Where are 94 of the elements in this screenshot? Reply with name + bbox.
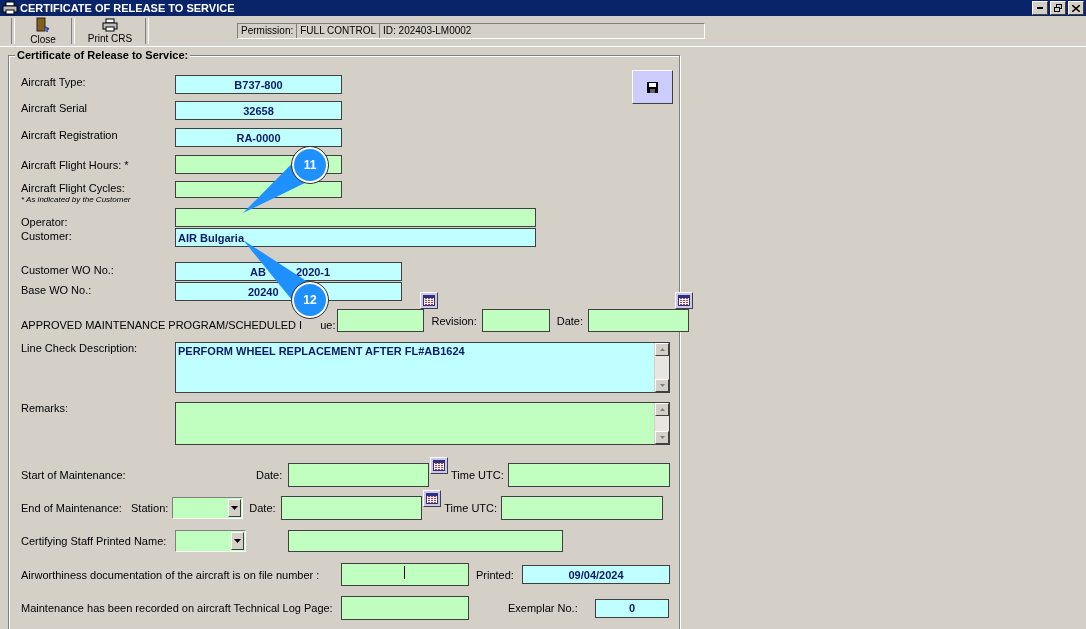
field-label: Operator:: [21, 215, 69, 228]
field-label: Aircraft Type:: [21, 75, 87, 88]
field-value: RA-0000: [236, 131, 281, 144]
field-label: Printed:: [476, 568, 515, 581]
field-label: Airworthiness documentation of the aircraft is on file number :: [21, 568, 321, 581]
save-button[interactable]: [632, 70, 673, 104]
field-label: Customer WO No.:: [21, 263, 115, 276]
field-label: Time UTC:: [444, 502, 499, 514]
scrollbar[interactable]: [654, 403, 669, 444]
calendar-button[interactable]: [430, 457, 448, 474]
dropdown-arrow-icon: [234, 539, 241, 543]
field-label: Line Check Description:: [21, 342, 139, 354]
calendar-icon: [433, 460, 445, 471]
field-label: Certifying Staff Printed Name:: [21, 535, 168, 547]
text-field[interactable]: [288, 530, 563, 552]
field-label: Revision:: [431, 314, 477, 327]
field-value: 0: [628, 602, 636, 614]
door-exit-icon: [36, 17, 50, 33]
field-value: B737-800: [234, 78, 283, 91]
callout-tooltip: 11: [243, 146, 329, 213]
field-label: Remarks:: [21, 402, 70, 414]
text-field[interactable]: RA-0000: [175, 128, 342, 147]
text-area[interactable]: [175, 402, 670, 445]
text-field[interactable]: [341, 596, 469, 620]
permission-label: Permission:: [238, 24, 298, 38]
field-label: Customer:: [21, 229, 73, 242]
text-field[interactable]: 09/04/2024: [522, 565, 670, 584]
calendar-button[interactable]: [420, 292, 439, 309]
toolbar-button[interactable]: Close: [18, 17, 68, 45]
field-label: Aircraft Flight Cycles:: [21, 181, 126, 194]
time-field[interactable]: [508, 463, 670, 487]
text-field[interactable]: [337, 309, 425, 332]
minimize-button[interactable]: [1032, 1, 1048, 15]
close-button[interactable]: [1068, 1, 1084, 15]
field-label: Date:: [556, 314, 583, 327]
field-value: 20240: [248, 285, 279, 298]
scroll-up-icon: [659, 348, 665, 351]
text-field[interactable]: AIR Bulgaria: [175, 228, 536, 247]
field-label: Start of Maintenance:: [21, 469, 127, 481]
date-field[interactable]: [588, 309, 689, 332]
field-label: Date:: [249, 502, 277, 514]
printer-icon: [2, 1, 18, 15]
text-cursor: [404, 566, 405, 579]
field-label: Exemplar No.:: [508, 602, 579, 614]
footnote: * As indicated by the Customer: [21, 195, 132, 204]
date-field[interactable]: [281, 496, 423, 520]
record-id: ID: 202403-LM0002: [382, 24, 473, 38]
date-field[interactable]: [288, 463, 429, 487]
field-label: Aircraft Flight Hours: *: [21, 158, 130, 171]
window-title: CERTIFICATE OF RELEASE TO SERVICE: [20, 2, 236, 14]
text-area[interactable]: PERFORM WHEEL REPLACEMENT AFTER FL#AB1624: [175, 342, 670, 393]
scroll-down-icon: [659, 384, 665, 387]
calendar-icon: [678, 295, 690, 306]
field-label: Aircraft Registration: [21, 128, 119, 141]
text-field[interactable]: 0: [595, 598, 669, 618]
printer-icon: [102, 18, 118, 32]
text-field[interactable]: 32658: [175, 101, 342, 120]
text-field[interactable]: [175, 208, 536, 227]
field-label: APPROVED MAINTENANCE PROGRAM/SCHEDULED I: [21, 317, 303, 331]
field-value: AIR Bulgaria: [178, 231, 244, 244]
restore-button[interactable]: [1050, 1, 1066, 15]
field-label: End of Maintenance:: [21, 502, 123, 514]
calendar-icon: [426, 493, 439, 504]
field-label: ue:: [320, 317, 336, 331]
close-icon: [1072, 4, 1080, 12]
field-label: Date:: [256, 469, 284, 481]
calendar-icon: [423, 295, 436, 306]
scroll-down-icon: [659, 436, 665, 439]
field-value: 2020-1: [295, 265, 331, 278]
field-label: Station:: [131, 502, 169, 514]
toolbar-button[interactable]: Print CRS: [78, 18, 142, 44]
staff-dropdown[interactable]: [175, 530, 246, 552]
scrollbar[interactable]: [654, 343, 669, 392]
calendar-button[interactable]: [423, 490, 442, 507]
minimize-icon: [1037, 7, 1043, 9]
form-title: Certificate of Release to Service:: [15, 49, 191, 61]
field-value: 32658: [243, 104, 274, 117]
permission-value: FULL CONTROL: [297, 24, 380, 38]
field-label: Aircraft Serial: [21, 101, 89, 114]
dropdown-arrow-icon: [231, 506, 239, 510]
calendar-button[interactable]: [675, 292, 693, 309]
station-dropdown[interactable]: [172, 497, 244, 519]
time-field[interactable]: [501, 496, 664, 520]
field-label: Time UTC:: [451, 469, 505, 481]
field-value: PERFORM WHEEL REPLACEMENT AFTER FL#AB1624: [177, 344, 466, 359]
field-value: AB: [250, 265, 266, 278]
text-field[interactable]: [481, 309, 550, 332]
text-field[interactable]: B737-800: [175, 75, 342, 94]
field-label: Base WO No.:: [21, 283, 93, 296]
restore-icon: [1054, 4, 1062, 12]
field-value: 09/04/2024: [568, 568, 624, 581]
scroll-up-icon: [659, 408, 665, 411]
field-label: Maintenance has been recorded on aircraft Technical Log Page:: [21, 602, 334, 614]
text-field[interactable]: [341, 563, 469, 586]
